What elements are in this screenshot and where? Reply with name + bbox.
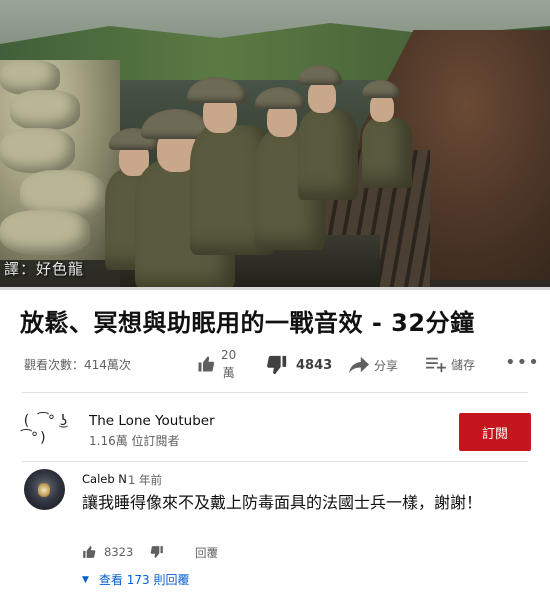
share-button[interactable]: 分享 [348,355,398,375]
comment-author-avatar[interactable] [24,469,65,510]
reply-button[interactable]: 回覆 [195,545,218,561]
share-arrow-icon [349,356,369,374]
video-progress-bar[interactable] [0,287,550,290]
view-replies-label: 查看 173 則回覆 [98,573,190,587]
video-sandbags [0,60,120,260]
comment-like-button[interactable]: 8323 [82,545,133,559]
translator-watermark: 譯：好色龍 [4,260,85,278]
dislike-button[interactable]: 4843 [266,354,332,376]
subscribe-button[interactable]: 訂閱 [459,413,531,451]
comment-author-name[interactable]: Caleb N [82,472,127,486]
thumbs-down-icon [150,546,163,558]
divider [22,392,528,393]
video-title: 放鬆、冥想與助眠用的一戰音效 - 32分鐘 [20,309,475,337]
like-count-unit: 萬 [222,366,235,380]
comment-timestamp[interactable]: 1 年前 [128,472,162,488]
like-button[interactable]: 20 萬 [197,346,236,382]
thumbs-down-icon [267,355,287,375]
like-count-number: 20 [221,348,237,362]
channel-avatar[interactable]: ( ͡° ͜ʖ ͡°) [22,405,74,453]
view-replies-button[interactable]: ▼ 查看 173 則回覆 [82,571,189,588]
comment-dislike-button[interactable] [150,545,164,559]
thumbs-up-icon [83,546,96,558]
channel-name[interactable]: The Lone Youtuber [89,413,215,429]
comment-text: 讓我睡得像來不及戴上防毒面具的法國士兵一樣，謝謝！ [82,493,483,512]
channel-subscriber-count: 1.16萬 位訂閱者 [89,434,180,448]
thumbs-up-icon [198,356,215,372]
dislike-count: 4843 [296,357,333,373]
save-label: 儲存 [451,357,476,372]
divider [22,461,528,462]
comment-like-count: 8323 [104,545,134,559]
video-player[interactable]: 譯：好色龍 [0,0,550,287]
save-button[interactable]: 儲存 [425,355,475,373]
caret-down-icon: ▼ [82,574,89,585]
view-count: 觀看次數：414萬次 [24,358,131,372]
playlist-add-icon [426,357,446,373]
more-actions-icon[interactable]: ••• [505,352,540,373]
share-label: 分享 [374,358,399,373]
